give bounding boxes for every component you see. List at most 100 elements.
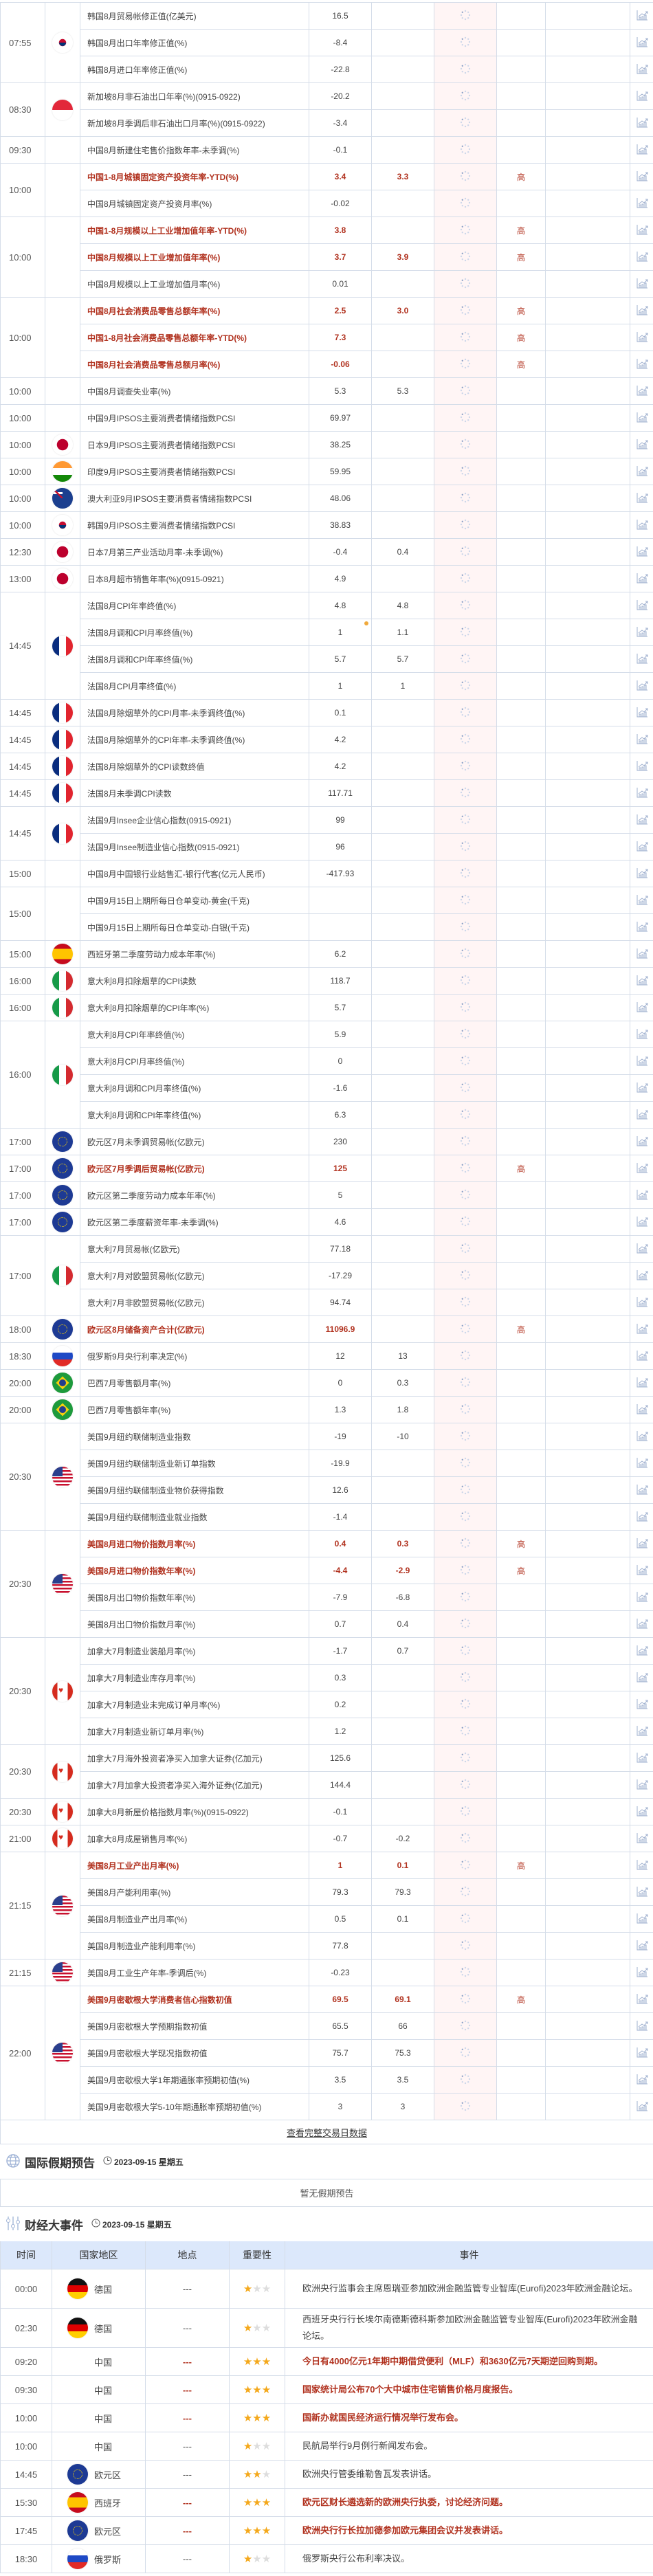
chart-icon[interactable] [636,223,648,238]
chart-icon[interactable] [636,411,648,425]
chart-icon[interactable] [636,89,648,104]
chart-icon[interactable] [636,1242,648,1256]
indicator-name[interactable]: 美国8月出口物价指数年率(%) [80,1584,309,1610]
chart-icon[interactable] [636,384,648,399]
indicator-name[interactable]: 美国9月纽约联储制造业指数 [80,1423,309,1450]
chart-icon[interactable] [636,706,648,720]
chart-icon[interactable] [636,1992,648,2007]
chart-icon[interactable] [636,733,648,747]
chart-icon[interactable] [636,9,648,23]
indicator-name[interactable]: 欧元区8月储备资产合计(亿欧元) [80,1316,309,1342]
indicator-name[interactable]: 法国8月除烟草外的CPI月率-未季调终值(%) [80,700,309,726]
indicator-name[interactable]: 新加坡8月季调后非石油出口月率(%)(0915-0922) [80,110,309,136]
indicator-name[interactable]: 法国8月未季调CPI读数 [80,780,309,806]
chart-icon[interactable] [636,1430,648,1444]
chart-icon[interactable] [636,1483,648,1498]
indicator-name[interactable]: 加拿大7月制造业未完成订单月率(%) [80,1691,309,1718]
chart-icon[interactable] [636,1349,648,1364]
chart-icon[interactable] [636,357,648,372]
indicator-name[interactable]: 西班牙第二季度劳动力成本年率(%) [80,941,309,967]
chart-icon[interactable] [636,2019,648,2034]
indicator-name[interactable]: 韩国8月进口年率修正值(%) [80,56,309,82]
chart-icon[interactable] [636,1403,648,1417]
chart-icon[interactable] [636,1671,648,1685]
indicator-name[interactable]: 俄罗斯9月央行利率决定(%) [80,1343,309,1369]
indicator-name[interactable]: 美国8月制造业产出月率(%) [80,1906,309,1932]
chart-icon[interactable] [636,867,648,881]
chart-icon[interactable] [636,1081,648,1096]
indicator-name[interactable]: 加拿大8月新屋价格指数月率(%)(0915-0922) [80,1799,309,1825]
chart-icon[interactable] [636,1858,648,1873]
indicator-name[interactable]: 韩国9月IPSOS主要消费者情绪指数PCSI [80,512,309,538]
chart-icon[interactable] [636,1778,648,1792]
chart-icon[interactable] [636,2046,648,2061]
chart-icon[interactable] [636,1617,648,1632]
indicator-name[interactable]: 法国8月调和CPI年率终值(%) [80,646,309,672]
chart-icon[interactable] [636,518,648,533]
chart-icon[interactable] [636,1590,648,1605]
indicator-name[interactable]: 美国8月工业生产年率-季调后(%) [80,1959,309,1986]
indicator-name[interactable]: 法国8月CPI月率终值(%) [80,673,309,699]
indicator-name[interactable]: 巴西7月零售额年率(%) [80,1397,309,1423]
chart-icon[interactable] [636,759,648,774]
indicator-name[interactable]: 日本8月超市销售年率(%)(0915-0921) [80,566,309,592]
chart-icon[interactable] [636,197,648,211]
chart-icon[interactable] [636,1939,648,1953]
indicator-name[interactable]: 新加坡8月非石油出口年率(%)(0915-0922) [80,83,309,109]
indicator-name[interactable]: 意大利8月扣除烟草的CPI读数 [80,968,309,994]
indicator-name[interactable]: 意大利7月贸易帐(亿欧元) [80,1236,309,1262]
chart-icon[interactable] [636,1698,648,1712]
chart-icon[interactable] [636,1376,648,1390]
indicator-name[interactable]: 美国9月密歇根大学1年期通胀率预期初值(%) [80,2067,309,2093]
indicator-name[interactable]: 法国9月Insee企业信心指数(0915-0921) [80,807,309,833]
chart-icon[interactable] [636,786,648,801]
chart-icon[interactable] [636,63,648,77]
indicator-name[interactable]: 美国8月出口物价指数月率(%) [80,1611,309,1637]
chart-icon[interactable] [636,974,648,988]
chart-icon[interactable] [636,1966,648,1980]
indicator-name[interactable]: 美国8月产能利用率(%) [80,1879,309,1905]
indicator-name[interactable]: 美国9月密歇根大学消费者信心指数初值 [80,1986,309,2012]
indicator-name[interactable]: 美国9月密歇根大学预期指数初值 [80,2013,309,2039]
chart-icon[interactable] [636,491,648,506]
indicator-name[interactable]: 中国8月规模以上工业增加值年率(%) [80,244,309,270]
chart-icon[interactable] [636,679,648,693]
chart-icon[interactable] [636,652,648,667]
indicator-name[interactable]: 意大利7月对欧盟贸易帐(亿欧元) [80,1263,309,1289]
indicator-name[interactable]: 美国8月工业产出月率(%) [80,1852,309,1878]
indicator-name[interactable]: 意大利8月CPI月率终值(%) [80,1048,309,1074]
chart-icon[interactable] [636,1456,648,1471]
chart-icon[interactable] [636,1108,648,1122]
chart-icon[interactable] [636,1296,648,1310]
indicator-name[interactable]: 加拿大7月制造业库存月率(%) [80,1665,309,1691]
chart-icon[interactable] [636,1912,648,1927]
chart-icon[interactable] [636,1644,648,1658]
indicator-name[interactable]: 加拿大7月海外投资者净买入加拿大证券(亿加元) [80,1745,309,1771]
indicator-name[interactable]: 加拿大8月成屋销售月率(%) [80,1825,309,1852]
indicator-name[interactable]: 中国8月规模以上工业增加值月率(%) [80,271,309,297]
chart-icon[interactable] [636,438,648,452]
indicator-name[interactable]: 法国8月除烟草外的CPI年率-未季调终值(%) [80,726,309,753]
chart-icon[interactable] [636,1054,648,1069]
chart-icon[interactable] [636,2073,648,2087]
indicator-name[interactable]: 日本7月第三产业活动月率-未季调(%) [80,539,309,565]
chart-icon[interactable] [636,1537,648,1551]
chart-icon[interactable] [636,1188,648,1203]
indicator-name[interactable]: 澳大利亚9月IPSOS主要消费者情绪指数PCSI [80,485,309,511]
indicator-name[interactable]: 法国9月Insee制造业信心指数(0915-0921) [80,834,309,860]
chart-icon[interactable] [636,170,648,184]
indicator-name[interactable]: 美国8月进口物价指数年率(%) [80,1557,309,1584]
indicator-name[interactable]: 意大利8月扣除烟草的CPI年率(%) [80,995,309,1021]
chart-icon[interactable] [636,1724,648,1739]
chart-icon[interactable] [636,1564,648,1578]
chart-icon[interactable] [636,572,648,586]
chart-icon[interactable] [636,1001,648,1015]
indicator-name[interactable]: 中国1-8月规模以上工业增加值年率-YTD(%) [80,217,309,243]
chart-icon[interactable] [636,1269,648,1283]
indicator-name[interactable]: 意大利8月CPI年率终值(%) [80,1021,309,1047]
chart-icon[interactable] [636,250,648,265]
view-full-day-link[interactable]: 查看完整交易日数据 [287,2126,367,2139]
indicator-name[interactable]: 中国8月社会消费品零售总额月率(%) [80,351,309,377]
indicator-name[interactable]: 美国9月纽约联储制造业就业指数 [80,1504,309,1530]
chart-icon[interactable] [636,143,648,157]
